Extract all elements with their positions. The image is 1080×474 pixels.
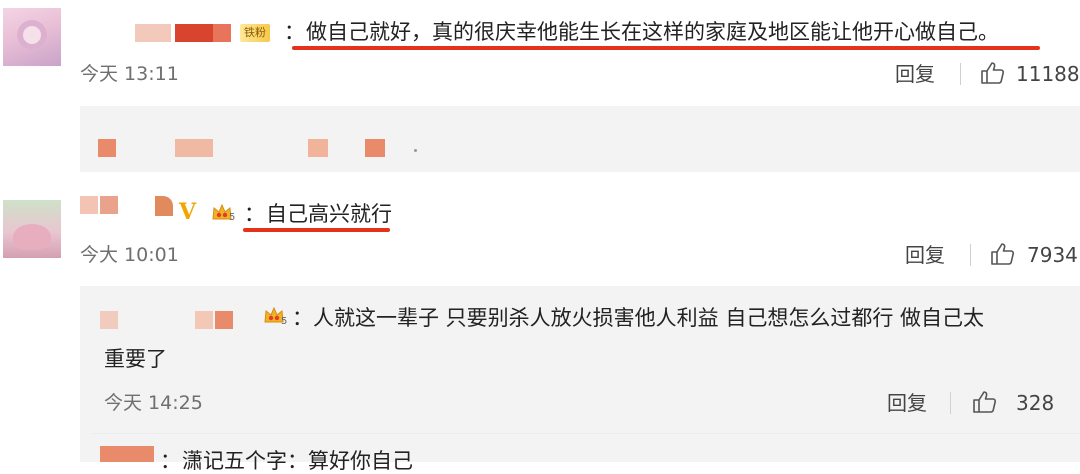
reply-separator: ：	[292, 306, 313, 330]
comment-text: 自己高兴就行	[266, 202, 392, 226]
action-divider	[970, 244, 971, 266]
avatar[interactable]	[3, 8, 61, 66]
reply-button[interactable]: 回复	[887, 391, 927, 415]
like-icon[interactable]	[979, 60, 1005, 86]
like-count: 328	[1016, 391, 1055, 415]
highlight-underline	[243, 228, 390, 232]
action-divider	[950, 392, 951, 414]
redaction-block	[98, 139, 116, 157]
fan-badge: 铁粉	[240, 24, 270, 42]
dot	[414, 149, 417, 152]
level-icon	[155, 196, 173, 216]
reply-text-line1: 人就这一辈子 只要别杀人放火损害他人利益 自己想怎么过都行 做自己太	[313, 306, 985, 330]
redaction-block	[175, 139, 213, 157]
level-badge: 5	[281, 316, 288, 327]
vip-icon: V	[179, 199, 197, 225]
highlight-underline	[292, 46, 1040, 50]
reply-time: 今天 14:25	[104, 392, 203, 414]
comment-time: 今大 10:01	[80, 244, 179, 266]
reply-text: 潇记五个字：算好你自己	[182, 449, 413, 473]
like-icon[interactable]	[989, 241, 1015, 267]
like-count: 11188	[1016, 62, 1080, 86]
like-count: 7934	[1027, 243, 1078, 267]
like-icon[interactable]	[971, 389, 997, 415]
reply-text-line2: 重要了	[104, 347, 167, 371]
reply-panel	[80, 106, 1080, 172]
redaction-block	[308, 139, 328, 157]
reply-button[interactable]: 回复	[895, 62, 935, 86]
username-redacted[interactable]	[100, 446, 154, 462]
reply-separator: ：	[160, 449, 181, 473]
comment-separator: ：	[244, 202, 265, 226]
avatar[interactable]	[3, 200, 61, 258]
comment-time: 今天 13:11	[80, 63, 179, 85]
level-badge: 5	[229, 212, 236, 223]
comment-text: 做自己就好，真的很庆幸他能生长在这样的家庭及地区能让他开心做自己。	[306, 20, 999, 44]
separator-line	[92, 433, 1080, 434]
comment-separator: ：	[284, 20, 305, 44]
redaction-block	[365, 139, 385, 157]
action-divider	[960, 63, 961, 85]
reply-button[interactable]: 回复	[905, 243, 945, 267]
